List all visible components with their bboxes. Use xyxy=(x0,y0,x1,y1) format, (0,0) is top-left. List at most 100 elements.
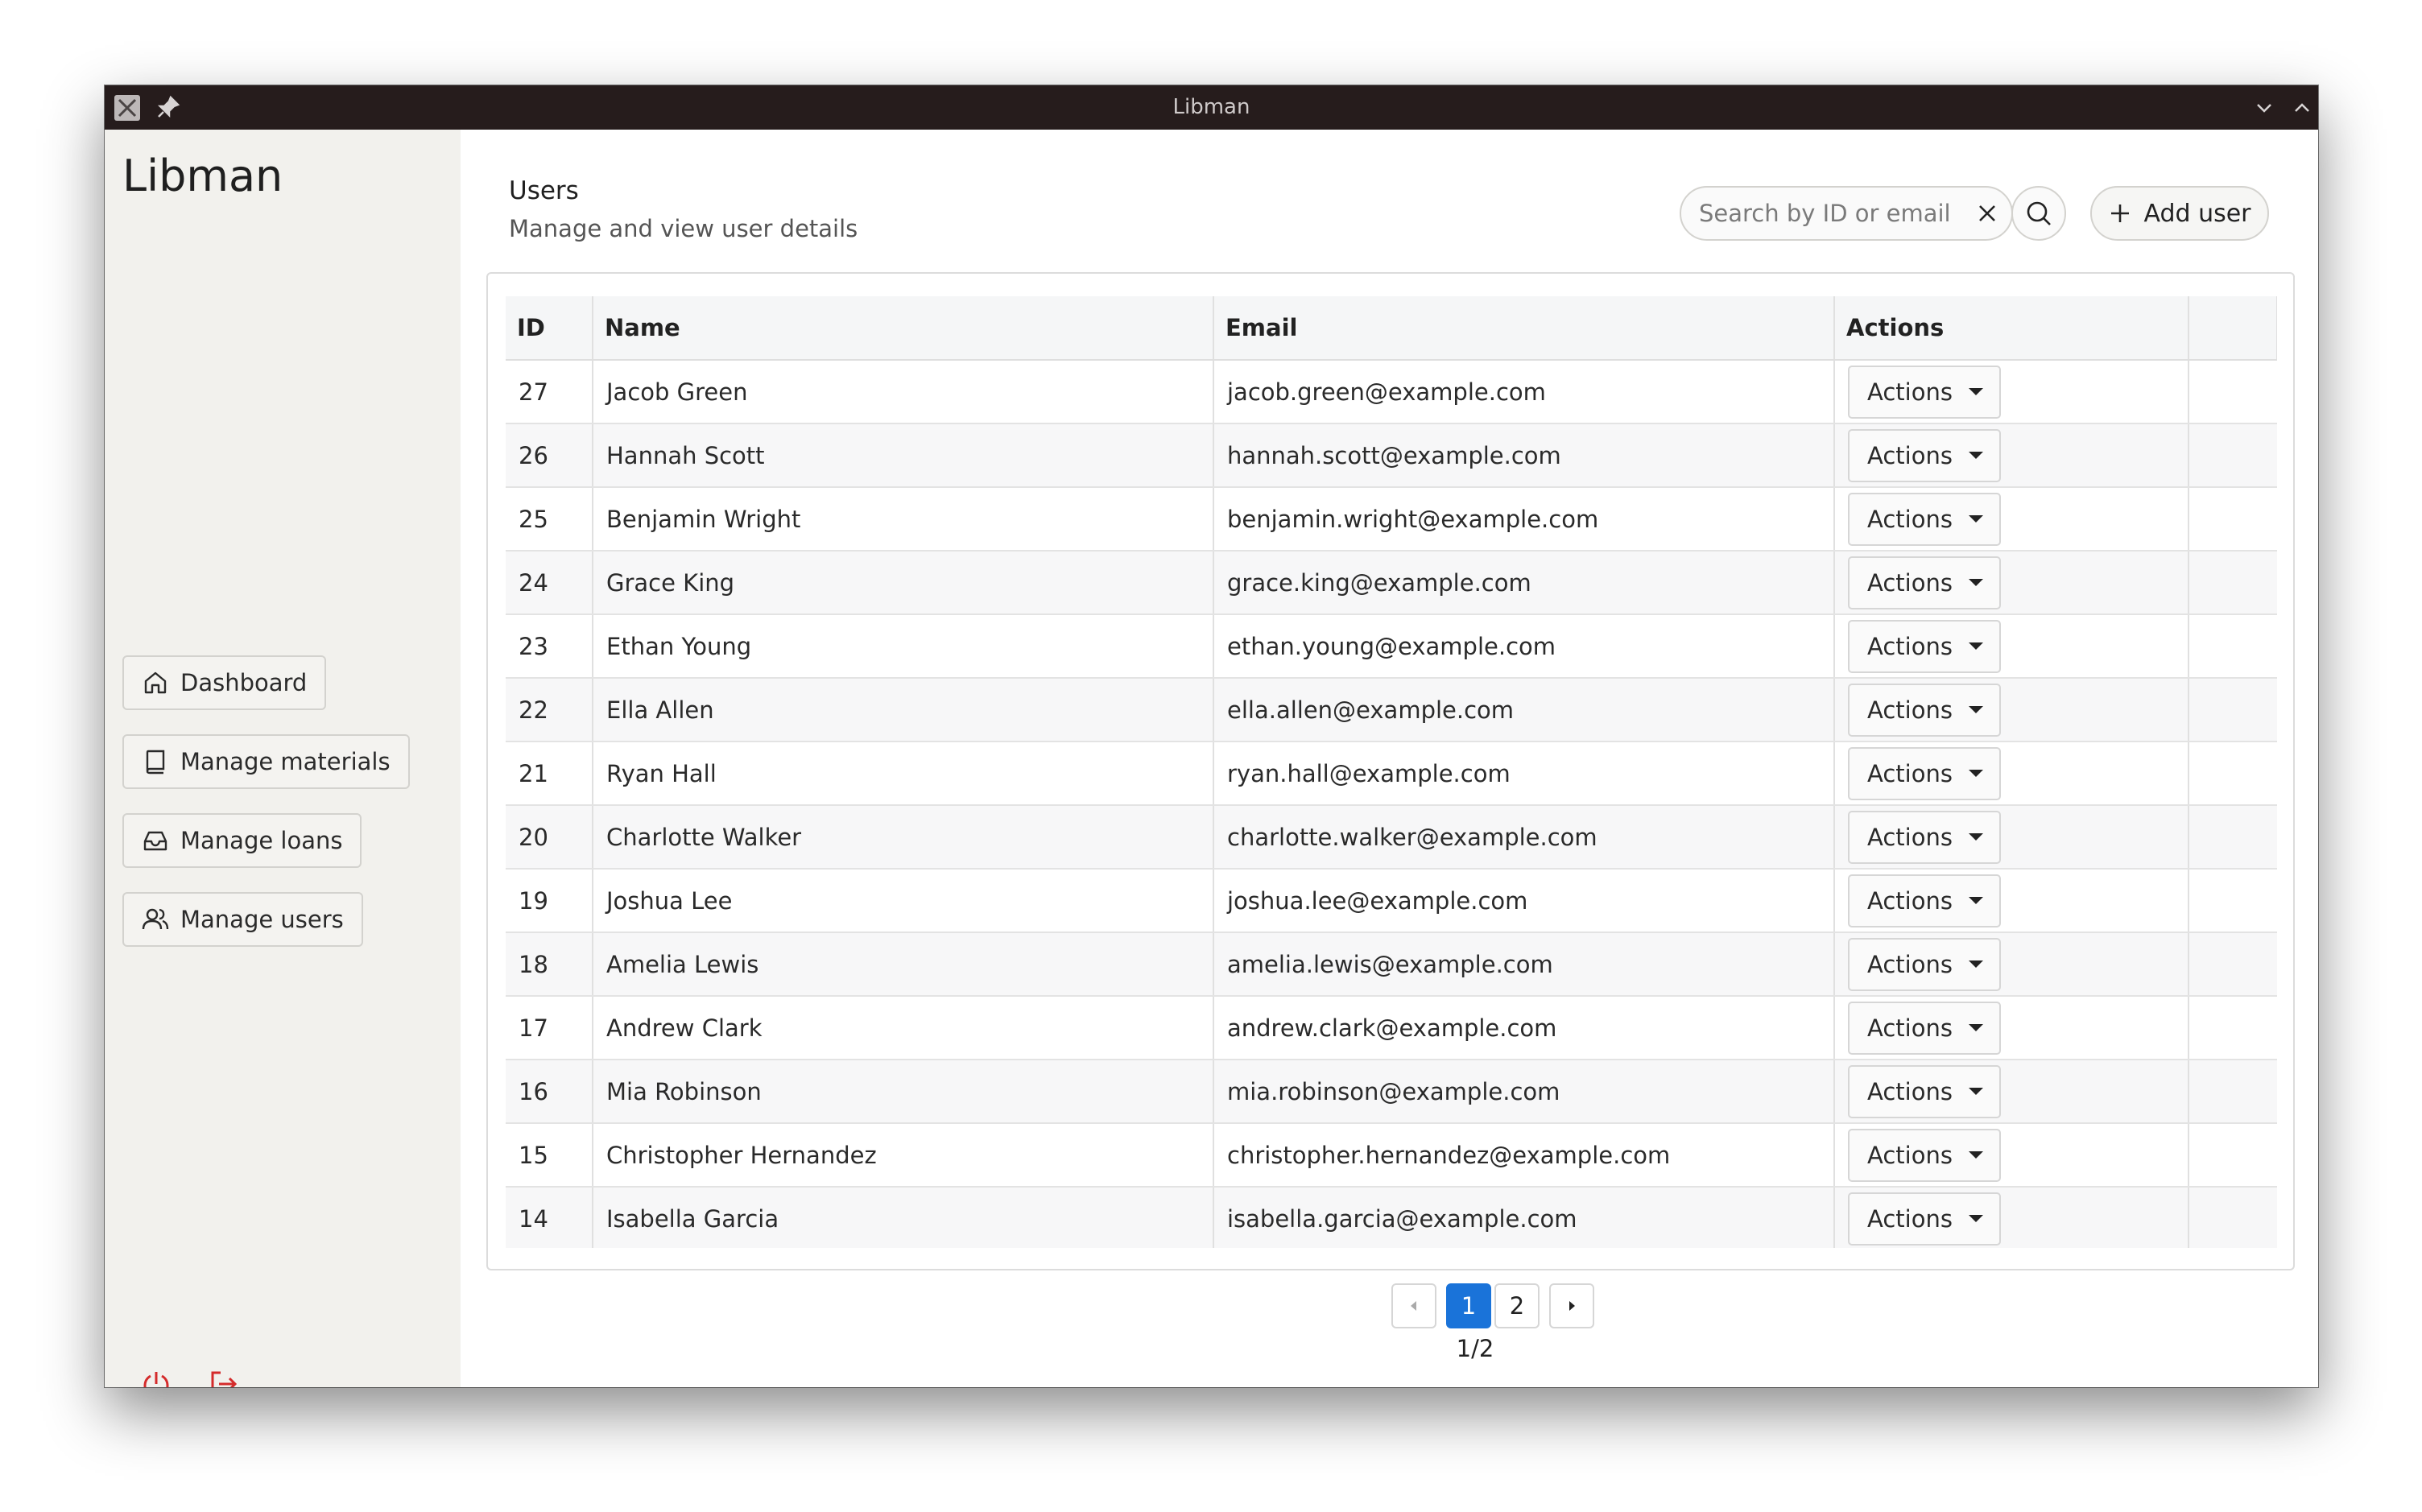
table-row: 26 Hannah Scott hannah.scott@example.com Ac… xyxy=(506,423,2277,488)
cell-email: charlotte.walker@example.com xyxy=(1213,805,1835,870)
sidebar-item-manage-users[interactable]: Manage users xyxy=(122,892,363,947)
actions-label: Actions xyxy=(1867,1077,1953,1105)
cell-spacer xyxy=(2188,614,2277,679)
actions-label: Actions xyxy=(1867,505,1953,533)
app-brand: Libman xyxy=(122,151,283,201)
actions-dropdown-button[interactable]: Actions xyxy=(1848,492,2001,546)
cell-spacer xyxy=(2188,742,2277,806)
prev-page-button[interactable] xyxy=(1391,1283,1436,1328)
page-button-1[interactable]: 1 xyxy=(1446,1283,1491,1328)
cell-actions: Actions xyxy=(1834,869,2189,933)
caret-down-icon xyxy=(1969,515,1983,523)
actions-dropdown-button[interactable]: Actions xyxy=(1848,874,2001,927)
book-icon xyxy=(146,750,165,775)
cell-id: 25 xyxy=(506,487,593,552)
users-table: ID Name Email Actions 27 Jacob Green jacob… xyxy=(506,296,2277,1248)
cell-name: Jacob Green xyxy=(593,360,1214,424)
actions-dropdown-button[interactable]: Actions xyxy=(1848,428,2001,482)
logout-icon[interactable] xyxy=(208,1368,240,1387)
cell-spacer xyxy=(2188,1187,2277,1248)
table-row: 14 Isabella Garcia isabella.garcia@example… xyxy=(506,1187,2277,1248)
actions-dropdown-button[interactable]: Actions xyxy=(1848,683,2001,737)
add-user-button[interactable]: Add user xyxy=(2090,186,2269,241)
window-title: Libman xyxy=(1172,95,1250,119)
actions-dropdown-button[interactable]: Actions xyxy=(1848,746,2001,800)
cell-name: Amelia Lewis xyxy=(593,932,1214,997)
power-icon[interactable] xyxy=(140,1368,172,1387)
cell-email: benjamin.wright@example.com xyxy=(1213,487,1835,552)
cell-name: Joshua Lee xyxy=(593,869,1214,933)
cell-id: 24 xyxy=(506,551,593,615)
maximize-icon[interactable] xyxy=(2289,95,2315,121)
clear-search-button[interactable] xyxy=(1973,199,2002,228)
column-header-spacer xyxy=(2188,296,2277,361)
cell-email: ryan.hall@example.com xyxy=(1213,742,1835,806)
actions-dropdown-button[interactable]: Actions xyxy=(1848,810,2001,864)
actions-dropdown-button[interactable]: Actions xyxy=(1848,937,2001,991)
page-button-2[interactable]: 2 xyxy=(1494,1283,1540,1328)
actions-dropdown-button[interactable]: Actions xyxy=(1848,556,2001,609)
actions-dropdown-button[interactable]: Actions xyxy=(1848,1192,2001,1246)
cell-actions: Actions xyxy=(1834,1060,2189,1124)
actions-dropdown-button[interactable]: Actions xyxy=(1848,1064,2001,1118)
cell-name: Andrew Clark xyxy=(593,996,1214,1060)
cell-spacer xyxy=(2188,996,2277,1060)
caret-down-icon xyxy=(1969,960,1983,968)
sidebar-item-dashboard[interactable]: Dashboard xyxy=(122,655,327,710)
title-bar: Libman xyxy=(105,85,2318,130)
actions-dropdown-button[interactable]: Actions xyxy=(1848,1128,2001,1182)
cell-actions: Actions xyxy=(1834,360,2189,424)
search-input[interactable] xyxy=(1699,188,1965,239)
cell-name: Grace King xyxy=(593,551,1214,615)
users-table-card: ID Name Email Actions 27 Jacob Green jacob… xyxy=(486,272,2295,1270)
cell-spacer xyxy=(2188,1123,2277,1188)
page-title: Users xyxy=(509,176,579,205)
actions-label: Actions xyxy=(1867,1141,1953,1169)
caret-down-icon xyxy=(1969,1024,1983,1031)
table-row: 25 Benjamin Wright benjamin.wright@example… xyxy=(506,487,2277,552)
caret-down-icon xyxy=(1969,706,1983,713)
column-header-email[interactable]: Email xyxy=(1213,296,1835,361)
sidebar-item-label: Manage materials xyxy=(180,748,391,775)
cell-email: isabella.garcia@example.com xyxy=(1213,1187,1835,1248)
cell-actions: Actions xyxy=(1834,996,2189,1060)
cell-spacer xyxy=(2188,869,2277,933)
column-header-id[interactable]: ID xyxy=(506,296,593,361)
cell-id: 27 xyxy=(506,360,593,424)
actions-label: Actions xyxy=(1867,632,1953,660)
cell-email: andrew.clark@example.com xyxy=(1213,996,1835,1060)
actions-dropdown-button[interactable]: Actions xyxy=(1848,619,2001,673)
sidebar-item-manage-materials[interactable]: Manage materials xyxy=(122,734,410,789)
column-header-actions: Actions xyxy=(1834,296,2189,361)
main-content: Users Manage and view user details Add u… xyxy=(461,130,2318,1387)
sidebar: Libman Dashboard Manage materials Manage… xyxy=(105,130,461,1387)
sidebar-item-label: Dashboard xyxy=(180,669,308,696)
search-icon xyxy=(2027,201,2051,225)
next-page-button[interactable] xyxy=(1549,1283,1594,1328)
table-row: 24 Grace King grace.king@example.com Action… xyxy=(506,551,2277,615)
actions-dropdown-button[interactable]: Actions xyxy=(1848,365,2001,419)
search-button[interactable] xyxy=(2011,186,2066,241)
caret-down-icon xyxy=(1969,1088,1983,1095)
actions-label: Actions xyxy=(1867,1014,1953,1042)
minimize-icon[interactable] xyxy=(2251,95,2277,121)
cell-name: Benjamin Wright xyxy=(593,487,1214,552)
cell-actions: Actions xyxy=(1834,805,2189,870)
actions-label: Actions xyxy=(1867,759,1953,787)
table-row: 21 Ryan Hall ryan.hall@example.com Actions xyxy=(506,742,2277,806)
inbox-icon xyxy=(143,831,167,851)
sidebar-item-label: Manage loans xyxy=(180,827,343,854)
cell-name: Ryan Hall xyxy=(593,742,1214,806)
cell-id: 17 xyxy=(506,996,593,1060)
actions-dropdown-button[interactable]: Actions xyxy=(1848,1001,2001,1055)
caret-down-icon xyxy=(1969,642,1983,650)
sidebar-item-manage-loans[interactable]: Manage loans xyxy=(122,813,362,868)
cell-spacer xyxy=(2188,932,2277,997)
caret-right-icon xyxy=(1569,1301,1575,1311)
table-row: 18 Amelia Lewis amelia.lewis@example.com Ac… xyxy=(506,932,2277,997)
column-header-name[interactable]: Name xyxy=(593,296,1214,361)
cell-actions: Actions xyxy=(1834,614,2189,679)
cell-name: Christopher Hernandez xyxy=(593,1123,1214,1188)
cell-id: 22 xyxy=(506,678,593,742)
caret-left-icon xyxy=(1411,1301,1416,1311)
